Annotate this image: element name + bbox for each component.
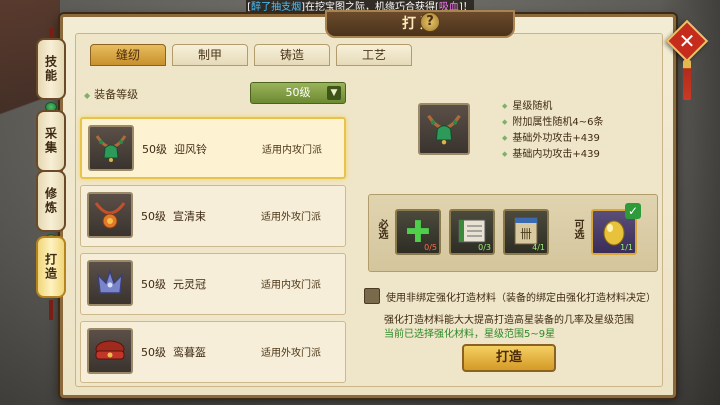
recipe-row[interactable]: 50级 迎风铃 适用内攻门派 [80,117,346,179]
tab-craft[interactable]: 工艺 [336,44,412,66]
star-range-info: 当前已选择强化材料，星级范围5~9星 [384,329,556,340]
recipe-name: 宣清束 [173,210,206,223]
tab-sewing[interactable]: 缝纫 [90,44,166,66]
optional-label: 可选 [572,219,583,239]
material-slot[interactable]: 卌 4/1 [503,209,549,255]
chevron-down-icon: ▼ [327,86,341,100]
lantern-tab-forge[interactable]: 打造 [36,236,66,298]
unbound-material-checkbox[interactable] [364,288,380,304]
attribute-list: 星级随机 附加属性随机4~6条 基础外功攻击+439 基础内功攻击+439 [502,98,604,162]
bell-necklace-icon[interactable] [418,103,470,155]
equip-level-label: 装备等级 [84,86,138,102]
recipe-row[interactable]: 50级 宣清束 适用外攻门派 [80,185,346,247]
checkmark-icon: ✓ [625,203,641,219]
unbound-material-label: 使用非绑定强化打造材料（装备的绑定由强化打造材料决定） [386,292,656,304]
tab-casting[interactable]: 铸造 [254,44,330,66]
lantern-cord [49,28,53,38]
enhance-info: 强化打造材料能大大提高打造高星装备的几率及星级范围 [384,315,634,326]
required-label: 必选 [376,219,387,239]
material-count: 1/1 [620,243,633,252]
recipe-row[interactable]: 50级 鸾暮盔 适用外攻门派 [80,321,346,383]
recipe-sect: 适用外攻门派 [261,348,321,359]
attribute-line: 附加属性随机4~6条 [502,114,603,130]
recipe-name: 元灵冠 [173,278,206,291]
attribute-line: 基础内功攻击+439 [502,146,604,162]
material-count: 0/5 [424,243,437,252]
forge-button[interactable]: 打造 [462,344,556,372]
recipe-sect: 适用外攻门派 [261,212,321,223]
gem-necklace-icon [87,192,133,238]
ticker-player[interactable]: 醉了抽支烟 [251,2,301,13]
recipe-list: 50级 迎风铃 适用内攻门派 50级 宣清束 适用外攻门派 50级 元灵冠 适用… [80,117,346,389]
crown-icon [87,260,133,306]
level-dropdown[interactable]: 50级 ▼ [250,82,346,104]
recipe-level: 50级 [141,210,166,223]
materials-panel: 必选 ✚ 0/5 0/3 卌 4/1 可选 1/1 ✓ [368,194,658,272]
unbound-material-option: 使用非绑定强化打造材料（装备的绑定由强化打造材料决定） [364,288,656,304]
recipe-sect: 适用内攻门派 [261,280,321,291]
svg-text:卌: 卌 [520,227,532,241]
recipe-row[interactable]: 50级 元灵冠 适用内攻门派 [80,253,346,315]
recipe-name: 迎风铃 [174,143,207,156]
bell-necklace-icon [88,125,134,171]
lantern-tab-skills[interactable]: 技能 [36,38,66,100]
material-slot[interactable]: 0/3 [449,209,495,255]
category-tabs: 缝纫 制甲 铸造 工艺 [90,44,412,66]
recipe-level: 50级 [141,346,166,359]
close-icon: ✕ [678,29,696,53]
level-dropdown-value: 50级 [285,86,311,99]
attribute-line: 星级随机 [502,98,604,114]
material-count: 4/1 [532,243,545,252]
recipe-sect: 适用内攻门派 [262,145,322,156]
attribute-line: 基础外功攻击+439 [502,130,604,146]
lantern-cord [49,300,53,320]
close-tassel [683,60,691,100]
headband-icon [87,328,133,374]
lantern-tab-cultivate[interactable]: 修炼 [36,170,66,232]
material-slot[interactable]: ✚ 0/5 [395,209,441,255]
lantern-tab-gather[interactable]: 采集 [36,110,66,172]
recipe-name: 鸾暮盔 [173,346,206,359]
optional-material-slot[interactable]: 1/1 ✓ [591,203,641,255]
recipe-level: 50级 [142,143,167,156]
recipe-level: 50级 [141,278,166,291]
tab-armor[interactable]: 制甲 [172,44,248,66]
material-count: 0/3 [478,243,491,252]
help-button[interactable]: ? [420,12,440,32]
